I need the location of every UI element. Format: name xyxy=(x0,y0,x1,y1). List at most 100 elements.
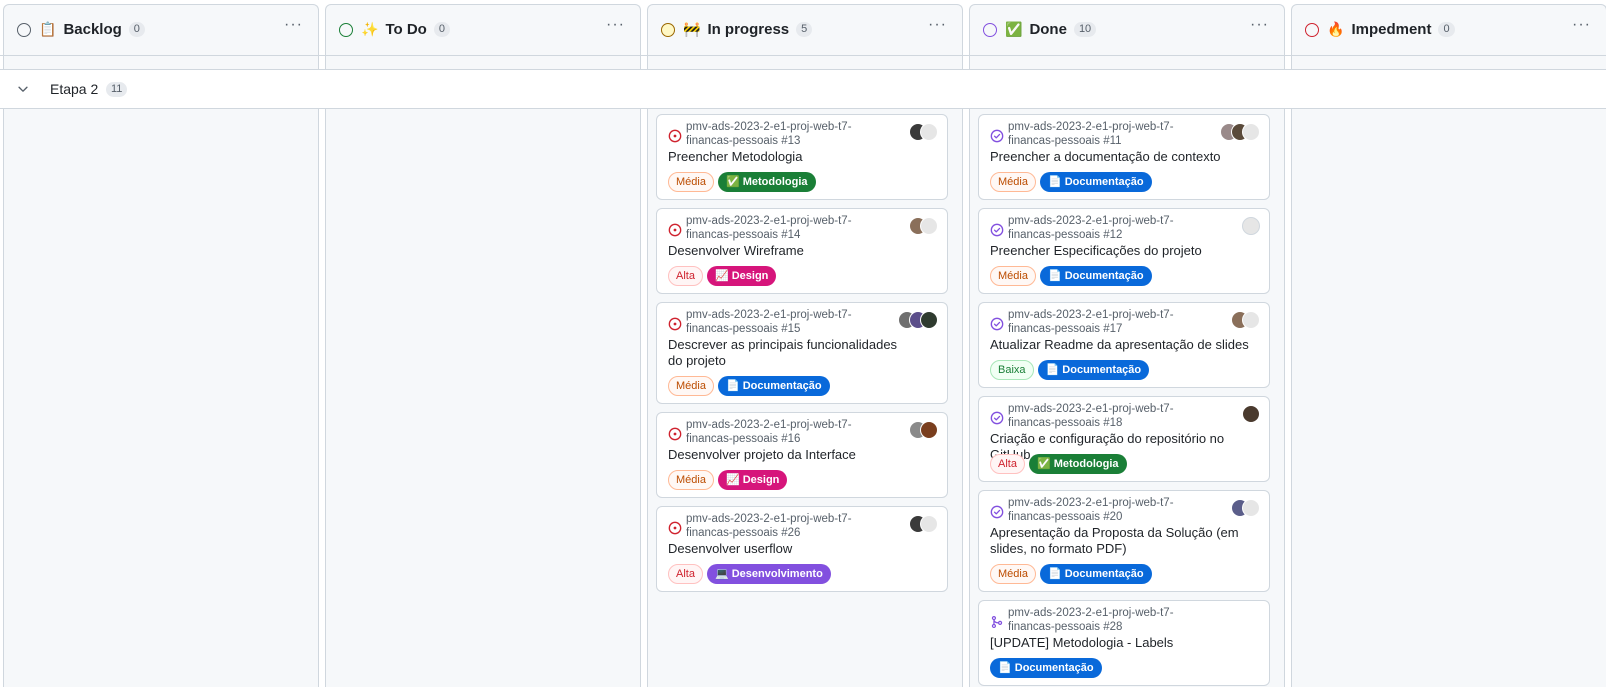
assignees[interactable] xyxy=(898,311,938,329)
issue-open-icon xyxy=(668,317,682,331)
more-options-icon[interactable]: ··· xyxy=(1572,16,1591,34)
clipboard-icon: 📋 xyxy=(39,21,57,38)
issue-card[interactable]: pmv-ads-2023-2-e1-proj-web-t7-financas-p… xyxy=(978,302,1270,388)
column-header-in-progress[interactable]: 🚧 In progress 5 ··· xyxy=(647,4,963,55)
column-header-done[interactable]: ✅ Done 10 ··· xyxy=(969,4,1285,55)
priority-label[interactable]: Média xyxy=(668,376,714,396)
tag-label[interactable]: 📈 Design xyxy=(706,266,777,286)
issue-card[interactable]: pmv-ads-2023-2-e1-proj-web-t7-financas-p… xyxy=(656,302,948,404)
assignees[interactable] xyxy=(1231,499,1260,517)
assignees[interactable] xyxy=(1220,123,1260,141)
assignees[interactable] xyxy=(1231,311,1260,329)
card-title[interactable]: Atualizar Readme da apresentação de slid… xyxy=(990,337,1262,353)
column-header-todo[interactable]: ✨ To Do 0 ··· xyxy=(325,4,641,55)
card-repo[interactable]: pmv-ads-2023-2-e1-proj-web-t7-financas-p… xyxy=(686,512,896,540)
assignees[interactable] xyxy=(909,515,938,533)
tag-label[interactable]: ✅ Metodologia xyxy=(1028,454,1127,474)
status-circle-icon xyxy=(983,22,997,37)
priority-label[interactable]: Média xyxy=(990,564,1036,584)
card-labels: Média 📈 Design xyxy=(668,470,788,490)
column-title: Backlog xyxy=(63,21,122,38)
issue-card[interactable]: pmv-ads-2023-2-e1-proj-web-t7-financas-p… xyxy=(656,208,948,294)
issue-closed-icon xyxy=(990,223,1004,237)
card-repo[interactable]: pmv-ads-2023-2-e1-proj-web-t7-financas-p… xyxy=(686,120,896,148)
card-labels: Baixa 📄 Documentação xyxy=(990,360,1150,380)
issue-open-icon xyxy=(668,427,682,441)
priority-label[interactable]: Média xyxy=(990,172,1036,192)
assignees[interactable] xyxy=(1242,217,1260,235)
issue-card[interactable]: pmv-ads-2023-2-e1-proj-web-t7-financas-p… xyxy=(978,208,1270,294)
card-repo[interactable]: pmv-ads-2023-2-e1-proj-web-t7-financas-p… xyxy=(1008,606,1218,634)
tag-label[interactable]: 📄 Documentação xyxy=(1039,266,1152,286)
tag-label[interactable]: 📄 Documentação xyxy=(1037,360,1150,380)
group-count: 11 xyxy=(106,82,128,97)
issue-closed-icon xyxy=(990,317,1004,331)
card-title[interactable]: Descrever as principais funcionalidades … xyxy=(668,337,908,369)
assignees[interactable] xyxy=(909,123,938,141)
column-count: 0 xyxy=(433,22,450,37)
issue-closed-icon xyxy=(990,411,1004,425)
card-repo[interactable]: pmv-ads-2023-2-e1-proj-web-t7-financas-p… xyxy=(686,214,896,242)
more-options-icon[interactable]: ··· xyxy=(1250,16,1269,34)
tag-label[interactable]: 📄 Documentação xyxy=(1039,172,1152,192)
priority-label[interactable]: Alta xyxy=(990,454,1025,474)
tag-label[interactable]: 📄 Documentação xyxy=(1039,564,1152,584)
issue-card[interactable]: pmv-ads-2023-2-e1-proj-web-t7-financas-p… xyxy=(656,506,948,592)
card-title[interactable]: Desenvolver Wireframe xyxy=(668,243,940,259)
avatar xyxy=(920,515,938,533)
card-labels: Média 📄 Documentação xyxy=(990,564,1152,584)
card-title[interactable]: Desenvolver projeto da Interface xyxy=(668,447,940,463)
assignees[interactable] xyxy=(909,217,938,235)
issue-card[interactable]: pmv-ads-2023-2-e1-proj-web-t7-financas-p… xyxy=(978,396,1270,482)
priority-label[interactable]: Média xyxy=(990,266,1036,286)
card-repo[interactable]: pmv-ads-2023-2-e1-proj-web-t7-financas-p… xyxy=(1008,120,1218,148)
card-repo[interactable]: pmv-ads-2023-2-e1-proj-web-t7-financas-p… xyxy=(686,308,896,336)
card-title[interactable]: Desenvolver userflow xyxy=(668,541,940,557)
priority-label[interactable]: Média xyxy=(668,470,714,490)
column-header-backlog[interactable]: 📋 Backlog 0 ··· xyxy=(3,4,319,55)
avatar xyxy=(1242,499,1260,517)
pull-request-card[interactable]: pmv-ads-2023-2-e1-proj-web-t7-financas-p… xyxy=(978,600,1270,686)
card-repo[interactable]: pmv-ads-2023-2-e1-proj-web-t7-financas-p… xyxy=(1008,214,1218,242)
card-repo[interactable]: pmv-ads-2023-2-e1-proj-web-t7-financas-p… xyxy=(1008,308,1218,336)
priority-label[interactable]: Alta xyxy=(668,266,703,286)
issue-closed-icon xyxy=(990,129,1004,143)
tag-label[interactable]: 📈 Design xyxy=(717,470,788,490)
card-repo[interactable]: pmv-ads-2023-2-e1-proj-web-t7-financas-p… xyxy=(686,418,896,446)
card-title[interactable]: [UPDATE] Metodologia - Labels xyxy=(990,635,1262,651)
issue-card[interactable]: pmv-ads-2023-2-e1-proj-web-t7-financas-p… xyxy=(978,114,1270,200)
card-title[interactable]: Apresentação da Proposta da Solução (em … xyxy=(990,525,1262,557)
issue-card[interactable]: pmv-ads-2023-2-e1-proj-web-t7-financas-p… xyxy=(656,412,948,498)
group-row-etapa-2[interactable]: Etapa 2 11 xyxy=(0,69,1606,109)
fire-icon: 🔥 xyxy=(1327,21,1345,38)
card-title[interactable]: Preencher Especificações do projeto xyxy=(990,243,1262,259)
issue-card[interactable]: pmv-ads-2023-2-e1-proj-web-t7-financas-p… xyxy=(656,114,948,200)
priority-label[interactable]: Média xyxy=(668,172,714,192)
column-count: 0 xyxy=(1438,22,1455,37)
column-count: 5 xyxy=(796,22,813,37)
issue-open-icon xyxy=(668,223,682,237)
priority-label[interactable]: Alta xyxy=(668,564,703,584)
tag-label[interactable]: 📄 Documentação xyxy=(990,658,1102,678)
group-title: Etapa 2 xyxy=(50,81,99,97)
tag-label[interactable]: 💻 Desenvolvimento xyxy=(706,564,831,584)
priority-label[interactable]: Baixa xyxy=(990,360,1034,380)
more-options-icon[interactable]: ··· xyxy=(284,16,303,34)
avatar xyxy=(920,123,938,141)
assignees[interactable] xyxy=(1242,405,1260,423)
card-title[interactable]: Preencher a documentação de contexto xyxy=(990,149,1262,165)
issue-card[interactable]: pmv-ads-2023-2-e1-proj-web-t7-financas-p… xyxy=(978,490,1270,592)
assignees[interactable] xyxy=(909,421,938,439)
card-repo[interactable]: pmv-ads-2023-2-e1-proj-web-t7-financas-p… xyxy=(1008,496,1218,524)
card-repo[interactable]: pmv-ads-2023-2-e1-proj-web-t7-financas-p… xyxy=(1008,402,1218,430)
more-options-icon[interactable]: ··· xyxy=(606,16,625,34)
tag-label[interactable]: 📄 Documentação xyxy=(717,376,830,396)
more-options-icon[interactable]: ··· xyxy=(928,16,947,34)
check-mark-icon: ✅ xyxy=(1005,21,1023,38)
chevron-down-icon[interactable] xyxy=(16,82,30,96)
column-header-impedment[interactable]: 🔥 Impedment 0 ··· xyxy=(1291,4,1606,55)
sparkles-icon: ✨ xyxy=(361,21,379,38)
tag-label[interactable]: ✅ Metodologia xyxy=(717,172,816,192)
card-title[interactable]: Preencher Metodologia xyxy=(668,149,940,165)
status-circle-icon xyxy=(339,22,353,37)
